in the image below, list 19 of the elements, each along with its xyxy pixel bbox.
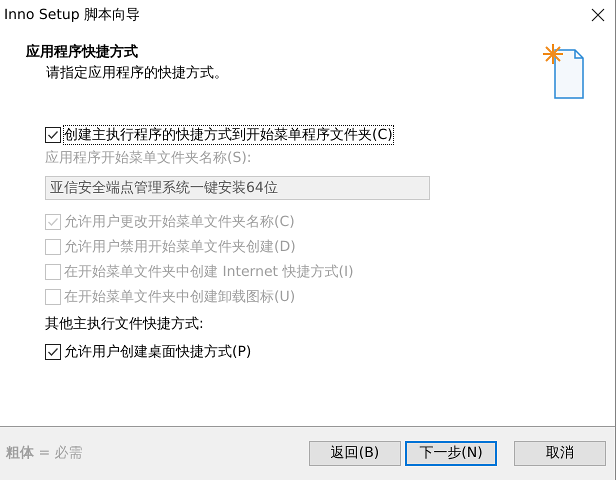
dialog-button[interactable]: 取消 bbox=[514, 441, 606, 466]
checkbox[interactable] bbox=[45, 127, 61, 143]
checkbox-label: 创建主执行程序的快捷方式到开始菜单程序文件夹(C) bbox=[64, 126, 393, 144]
window-title: Inno Setup 脚本向导 bbox=[4, 6, 140, 24]
dialog-button[interactable]: 返回(B) bbox=[309, 441, 401, 466]
close-icon[interactable] bbox=[591, 8, 605, 22]
page-title: 应用程序快捷方式 bbox=[26, 42, 139, 62]
page-subtitle: 请指定应用程序的快捷方式。 bbox=[45, 64, 228, 83]
legend-text: 粗体 = 必需 bbox=[6, 444, 84, 463]
field-label: 应用程序开始菜单文件夹名称(S): bbox=[45, 149, 253, 168]
dialog-button[interactable]: 下一步(N) bbox=[405, 441, 497, 466]
section-label: 其他主执行文件快捷方式: bbox=[45, 315, 205, 334]
checkbox-label: 允许用户创建桌面快捷方式(P) bbox=[64, 343, 252, 361]
checkbox-label: 允许用户禁用开始菜单文件夹创建(D) bbox=[64, 238, 296, 256]
checkbox-label: 允许用户更改开始菜单文件夹名称(C) bbox=[64, 213, 295, 231]
new-document-icon bbox=[543, 42, 585, 102]
checkbox-label: 在开始菜单文件夹中创建卸载图标(U) bbox=[64, 288, 296, 306]
checkbox[interactable] bbox=[45, 344, 61, 360]
checkbox-label: 在开始菜单文件夹中创建 Internet 快捷方式(I) bbox=[64, 263, 354, 281]
